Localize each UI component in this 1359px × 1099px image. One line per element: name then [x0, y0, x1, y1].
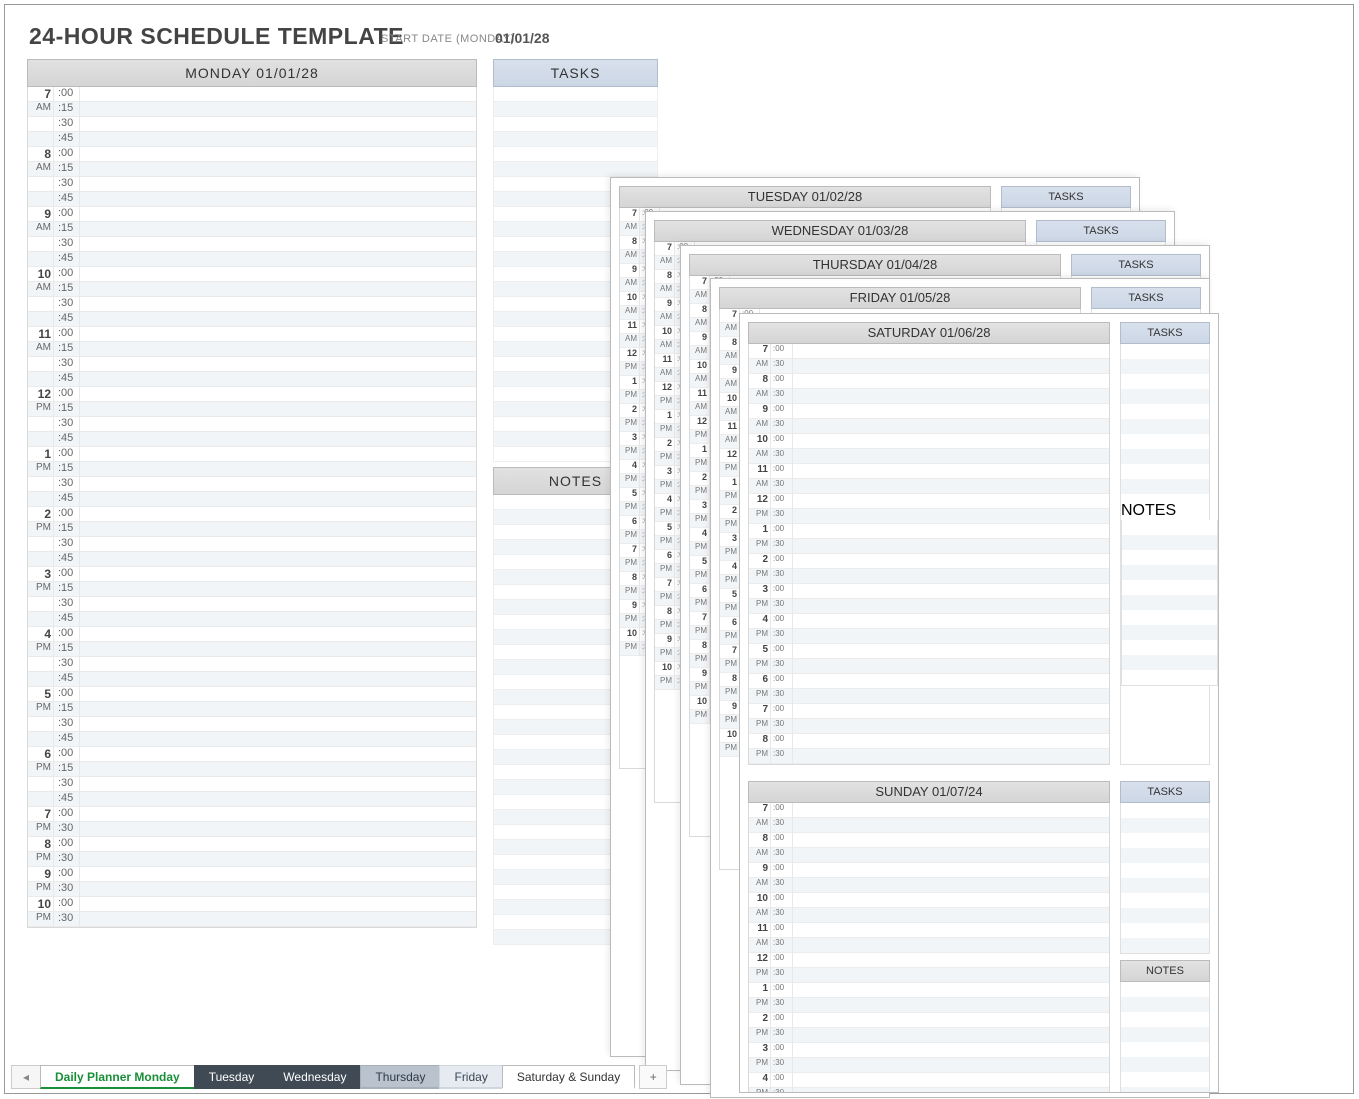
- thursday-header: THURSDAY 01/04/28: [689, 254, 1061, 276]
- tab-add[interactable]: +: [639, 1065, 667, 1089]
- sunday-notes[interactable]: [1120, 982, 1210, 1093]
- sheet-tab-bar: ◂ Daily Planner MondayTuesdayWednesdayTh…: [11, 1065, 667, 1089]
- saturday-notes-header2: NOTES: [1121, 502, 1218, 520]
- saturday-notes-block: NOTES: [1121, 502, 1218, 686]
- saturday-sunday-card: SATURDAY 01/06/28 TASKS 7:00AM:308:00AM:…: [739, 313, 1219, 1093]
- tuesday-header: TUESDAY 01/02/28: [619, 186, 991, 208]
- friday-tasks-header: TASKS: [1091, 287, 1201, 309]
- tuesday-tasks-header: TASKS: [1001, 186, 1131, 208]
- sunday-header: SUNDAY 01/07/24: [748, 781, 1110, 803]
- sunday-grid[interactable]: 7:00AM:308:00AM:309:00AM:3010:00AM:3011:…: [748, 803, 1110, 1093]
- thursday-tasks-header: TASKS: [1071, 254, 1201, 276]
- start-date-value: 01/01/28: [495, 30, 550, 46]
- friday-header: FRIDAY 01/05/28: [719, 287, 1081, 309]
- document-frame: 24-HOUR SCHEDULE TEMPLATE START DATE (MO…: [4, 4, 1354, 1094]
- sheet-tab[interactable]: Saturday & Sunday: [502, 1065, 635, 1089]
- sheet-tab[interactable]: Friday: [439, 1065, 502, 1089]
- sheet-tab[interactable]: Thursday: [360, 1065, 440, 1089]
- wednesday-tasks-header: TASKS: [1036, 220, 1166, 242]
- saturday-notes[interactable]: [1121, 520, 1218, 686]
- sunday-notes-header: NOTES: [1120, 960, 1210, 982]
- sheet-tab[interactable]: Daily Planner Monday: [40, 1065, 195, 1089]
- tasks-header: TASKS: [493, 59, 658, 87]
- sunday-side: NOTES: [1120, 803, 1210, 1093]
- monday-header: MONDAY 01/01/28: [27, 59, 477, 87]
- page-title: 24-HOUR SCHEDULE TEMPLATE: [29, 23, 404, 50]
- saturday-header: SATURDAY 01/06/28: [748, 322, 1110, 344]
- monday-time-grid[interactable]: 7:00AM:15:30:458:00AM:15:30:459:00AM:15:…: [27, 87, 477, 928]
- saturday-grid[interactable]: 7:00AM:308:00AM:309:00AM:3010:00AM:3011:…: [748, 344, 1110, 765]
- sunday-tasks-header: TASKS: [1120, 781, 1210, 803]
- sheet-tab[interactable]: Tuesday: [194, 1065, 270, 1089]
- tab-nav-prev[interactable]: ◂: [11, 1065, 41, 1089]
- monday-column: MONDAY 01/01/28 7:00AM:15:30:458:00AM:15…: [27, 59, 477, 928]
- sheet-tab[interactable]: Wednesday: [268, 1065, 361, 1089]
- sunday-tasks[interactable]: [1120, 803, 1210, 954]
- saturday-tasks-header: TASKS: [1120, 322, 1210, 344]
- wednesday-header: WEDNESDAY 01/03/28: [654, 220, 1026, 242]
